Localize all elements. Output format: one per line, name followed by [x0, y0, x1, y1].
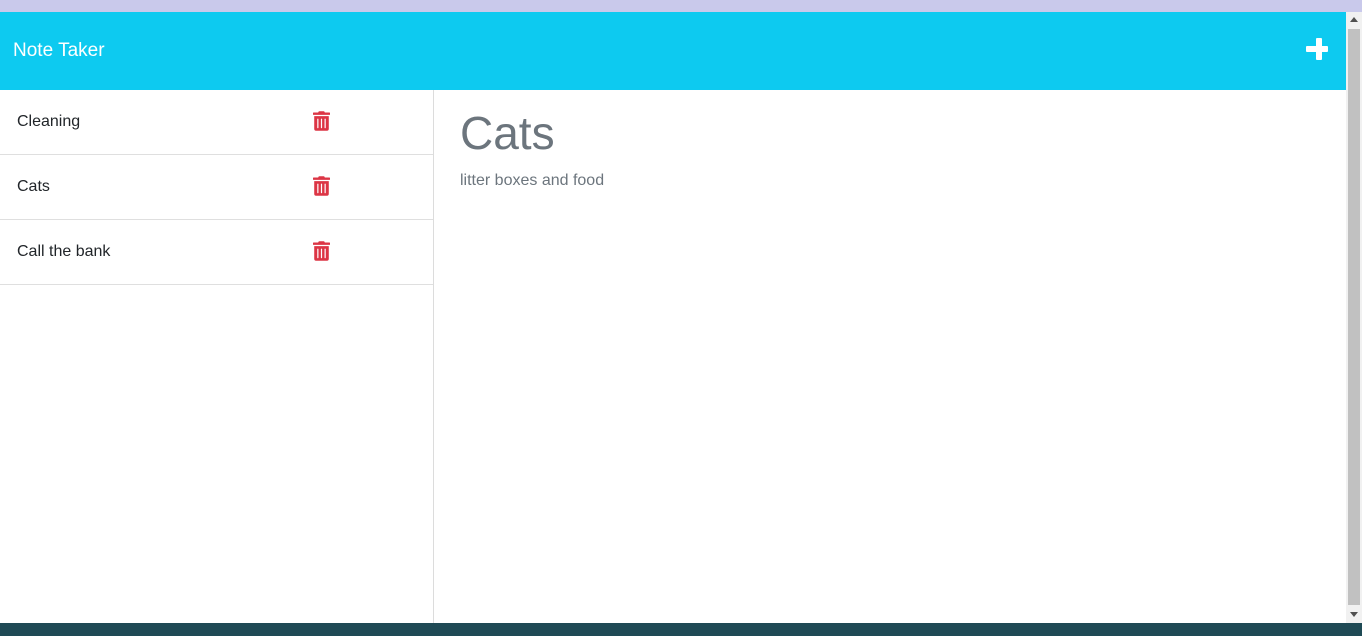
trash-icon[interactable] [313, 111, 330, 131]
os-taskbar [0, 623, 1362, 636]
note-item-title: Call the bank [17, 243, 111, 260]
scroll-down-icon[interactable] [1350, 612, 1358, 617]
note-item-title: Cleaning [17, 113, 81, 130]
note-text-area[interactable]: litter boxes and food [460, 172, 604, 190]
vertical-scrollbar[interactable] [1346, 12, 1362, 623]
list-item[interactable]: Call the bank [0, 220, 433, 285]
browser-bookmarks-strip [0, 0, 1362, 12]
new-note-button[interactable] [1306, 38, 1332, 64]
note-list: Cleaning Cats Call the bank [0, 90, 433, 285]
note-item-title: Cats [17, 178, 50, 195]
trash-icon[interactable] [313, 176, 330, 196]
note-list-panel: Cleaning Cats Call the bank [0, 90, 434, 623]
app-title[interactable]: Note Taker [13, 40, 105, 62]
note-editor: Cats litter boxes and food [434, 90, 1346, 623]
list-item[interactable]: Cats [0, 155, 433, 220]
note-title-field[interactable]: Cats [460, 106, 555, 160]
trash-icon[interactable] [313, 241, 330, 261]
navbar: Note Taker [0, 12, 1346, 90]
list-item[interactable]: Cleaning [0, 90, 433, 155]
scroll-up-icon[interactable] [1350, 17, 1358, 22]
scrollbar-thumb[interactable] [1348, 29, 1360, 605]
